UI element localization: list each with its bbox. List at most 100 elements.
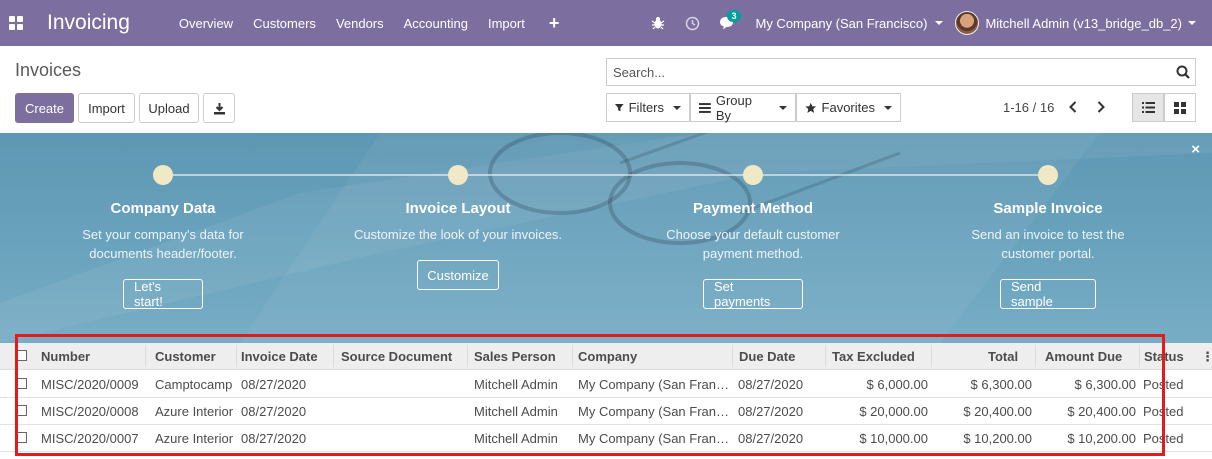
step-dot (1038, 165, 1058, 185)
plus-icon[interactable]: + (535, 13, 574, 34)
optional-columns-icon[interactable]: ⋮ (1201, 349, 1212, 365)
send-sample-button[interactable]: Send sample (1000, 279, 1096, 309)
pager-value[interactable]: 1-16 / 16 (1003, 100, 1054, 115)
apps-menu-icon[interactable] (9, 16, 23, 30)
menu-vendors[interactable]: Vendors (326, 16, 394, 31)
search-bar (606, 58, 1196, 86)
menu-customers[interactable]: Customers (243, 16, 326, 31)
create-button[interactable]: Create (15, 93, 74, 123)
cell-sales-person: Mitchell Admin (474, 431, 558, 446)
lets-start-button[interactable]: Let's start! (123, 279, 203, 309)
cell-due-date: 08/27/2020 (738, 431, 804, 446)
cell-amount-due: $ 20,400.00 (1067, 404, 1136, 419)
avatar (955, 11, 980, 35)
kanban-icon (1174, 101, 1186, 114)
top-navbar: Invoicing Overview Customers Vendors Acc… (0, 0, 1212, 46)
step-description-line: Set your company's data for (82, 227, 244, 242)
cell-tax-excluded: $ 10,000.00 (859, 431, 928, 446)
table-row[interactable]: MISC/2020/0008 Azure Interior 08/27/2020… (0, 398, 1212, 425)
chat-icon[interactable]: 3 (709, 10, 743, 30)
set-payments-button[interactable]: Set payments (703, 279, 803, 309)
cell-number: MISC/2020/0007 (41, 431, 139, 446)
step-sample-invoice: Sample Invoice Send an invoice to test t… (918, 200, 1178, 263)
column-header-total[interactable]: Total (988, 349, 1018, 364)
chevron-right-icon[interactable] (1091, 96, 1111, 118)
column-header-tax-excluded[interactable]: Tax Excluded (832, 349, 915, 364)
clock-icon[interactable] (675, 16, 709, 31)
row-checkbox[interactable] (16, 432, 27, 443)
import-button[interactable]: Import (78, 93, 135, 123)
company-switcher[interactable]: My Company (San Francisco) (755, 16, 944, 31)
cell-amount-due: $ 6,300.00 (1074, 377, 1136, 392)
select-all-checkbox[interactable] (16, 350, 27, 361)
step-description-line: documents header/footer. (89, 246, 237, 261)
column-divider (236, 345, 237, 367)
step-dot (743, 165, 763, 185)
filters-dropdown[interactable]: Filters (606, 93, 690, 122)
favorites-dropdown[interactable]: Favorites (796, 93, 901, 122)
list-bars-icon (699, 102, 711, 113)
download-button[interactable] (203, 93, 235, 123)
caret-down-icon (673, 105, 681, 110)
row-checkbox[interactable] (16, 378, 27, 389)
column-divider (825, 345, 826, 367)
cell-status: Posted (1143, 377, 1184, 392)
cell-invoice-date: 08/27/2020 (241, 431, 307, 446)
column-header-company[interactable]: Company (578, 349, 637, 364)
bug-icon[interactable] (641, 16, 675, 30)
caret-down-icon (935, 21, 944, 25)
group-by-dropdown[interactable]: Group By (690, 92, 796, 123)
step-description-line: Send an invoice to test the (971, 227, 1125, 242)
menu-overview[interactable]: Overview (169, 16, 243, 31)
close-banner-icon[interactable]: × (1191, 141, 1200, 158)
customize-button[interactable]: Customize (417, 260, 499, 290)
step-title: Sample Invoice (993, 200, 1103, 217)
kanban-view-button[interactable] (1164, 93, 1196, 122)
steps-track (163, 174, 1048, 176)
menu-import[interactable]: Import (478, 16, 535, 31)
table-row[interactable]: MISC/2020/0007 Azure Interior 08/27/2020… (0, 425, 1212, 452)
menu-accounting[interactable]: Accounting (394, 16, 478, 31)
cell-invoice-date: 08/27/2020 (241, 377, 307, 392)
download-icon (213, 102, 225, 114)
table-row[interactable]: MISC/2020/0009 Camptocamp 08/27/2020 Mit… (0, 371, 1212, 398)
column-header-status[interactable]: Status (1144, 349, 1184, 364)
step-company-data: Company Data Set your company's data for… (33, 200, 293, 263)
cell-total: $ 10,200.00 (963, 431, 1032, 446)
row-checkbox[interactable] (16, 405, 27, 416)
cell-total: $ 6,300.00 (970, 377, 1032, 392)
column-header-invoice-date[interactable]: Invoice Date (241, 349, 318, 364)
cell-total: $ 20,400.00 (963, 404, 1032, 419)
list-icon (1141, 102, 1155, 113)
column-header-number[interactable]: Number (41, 349, 90, 364)
cell-customer: Azure Interior (155, 431, 234, 446)
cell-company: My Company (San Fran… (578, 377, 729, 392)
column-header-source-document[interactable]: Source Document (341, 349, 452, 364)
cell-status: Posted (1143, 404, 1184, 419)
filters-label: Filters (628, 100, 664, 115)
column-header-sales-person[interactable]: Sales Person (474, 349, 556, 364)
user-menu[interactable]: Mitchell Admin (v13_bridge_db_2) (955, 11, 1196, 35)
cell-due-date: 08/27/2020 (738, 404, 804, 419)
cell-company: My Company (San Fran… (578, 404, 729, 419)
step-dot (153, 165, 173, 185)
filter-icon (615, 103, 624, 112)
main-menu: Overview Customers Vendors Accounting Im… (169, 13, 573, 34)
search-icon[interactable] (1171, 65, 1195, 79)
cell-due-date: 08/27/2020 (738, 377, 804, 392)
group-by-label: Group By (715, 92, 752, 123)
step-description-line: customer portal. (1001, 246, 1095, 261)
chevron-left-icon[interactable] (1063, 96, 1083, 118)
column-divider (467, 345, 468, 367)
search-input[interactable] (607, 59, 1171, 85)
upload-button[interactable]: Upload (139, 93, 199, 123)
step-invoice-layout: Invoice Layout Customize the look of you… (328, 200, 588, 244)
step-description-line: payment method. (702, 246, 804, 261)
list-view-button[interactable] (1132, 93, 1164, 122)
cell-tax-excluded: $ 20,000.00 (859, 404, 928, 419)
column-header-customer[interactable]: Customer (155, 349, 216, 364)
step-description-line: Choose your default customer (666, 227, 840, 242)
column-header-amount-due[interactable]: Amount Due (1045, 349, 1122, 364)
app-title[interactable]: Invoicing (47, 11, 130, 35)
column-header-due-date[interactable]: Due Date (739, 349, 795, 364)
